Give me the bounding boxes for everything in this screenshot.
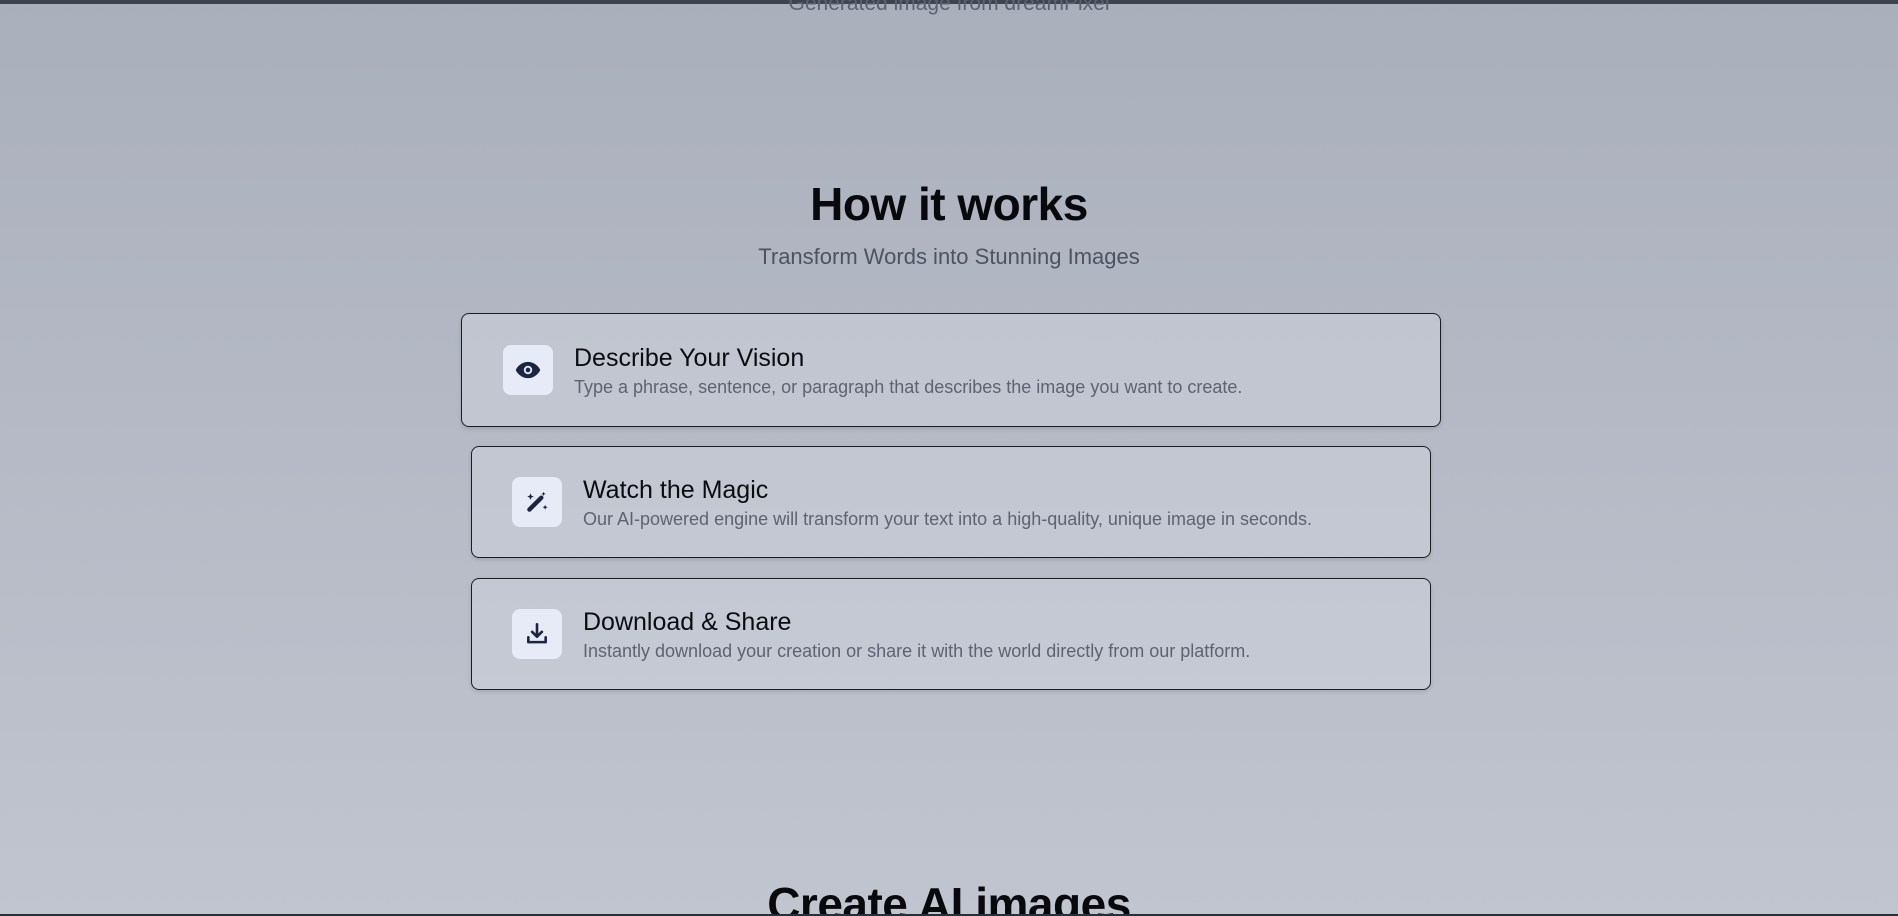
step-title: Describe Your Vision: [574, 343, 805, 372]
how-it-works-subtitle: Transform Words into Stunning Images: [758, 244, 1140, 269]
step-card-download-share: Download & Share Instantly download your…: [471, 578, 1431, 690]
hero-image-caption: Generated image from dreamPixel: [788, 0, 1110, 15]
step-description: Our AI-powered engine will transform you…: [583, 508, 1313, 529]
download-icon: [512, 609, 562, 659]
step-title: Download & Share: [583, 607, 792, 636]
step-title: Watch the Magic: [583, 475, 769, 504]
magic-wand-icon: [512, 477, 562, 527]
step-card-describe-vision: Describe Your Vision Type a phrase, sent…: [461, 313, 1441, 427]
create-ai-images-title: Create AI images: [767, 878, 1131, 916]
how-it-works-title: How it works: [810, 178, 1088, 230]
step-description: Type a phrase, sentence, or paragraph th…: [574, 376, 1243, 397]
eye-icon: [503, 345, 553, 395]
step-card-watch-magic: Watch the Magic Our AI-powered engine wi…: [471, 446, 1431, 558]
step-description: Instantly download your creation or shar…: [583, 640, 1251, 661]
